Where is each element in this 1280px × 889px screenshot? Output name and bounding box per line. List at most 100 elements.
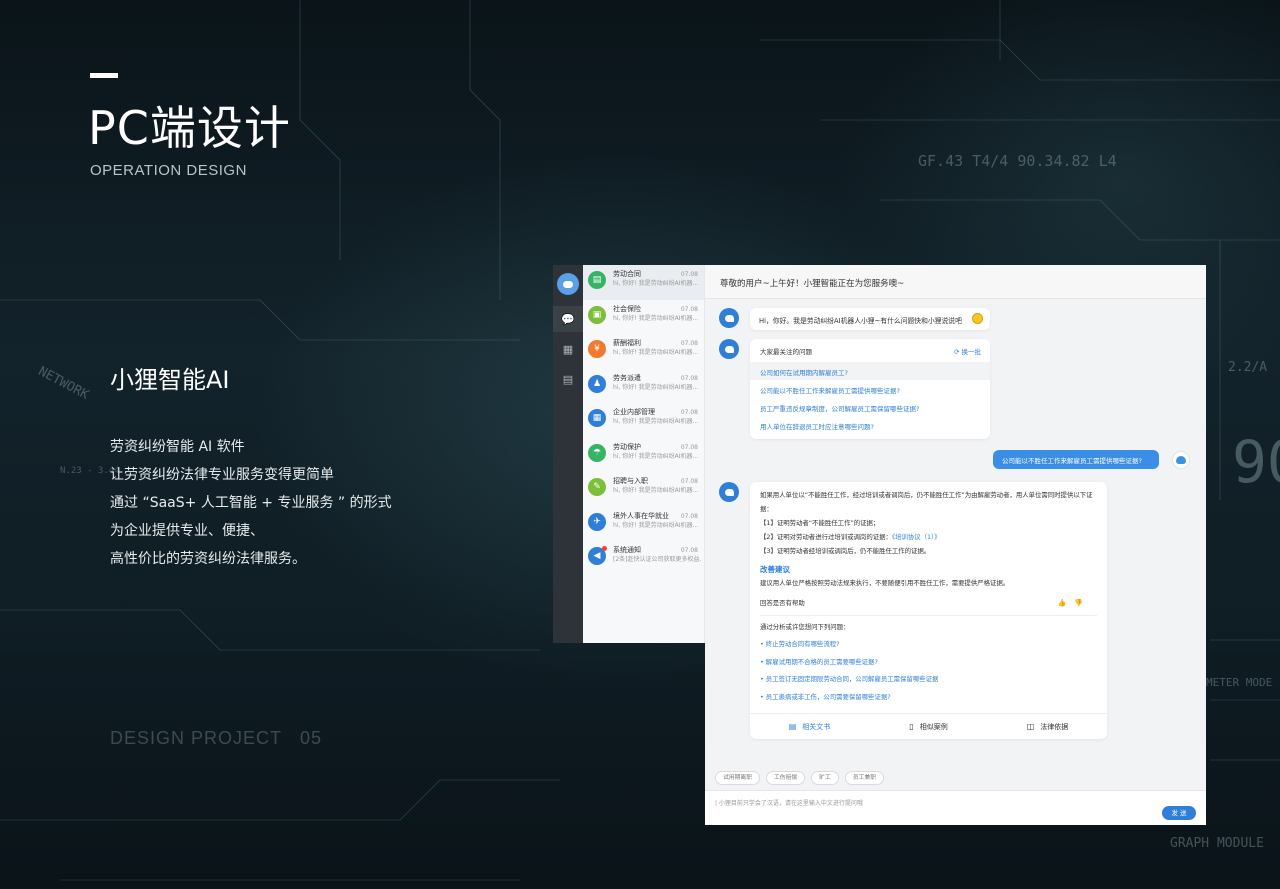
- tab-documents[interactable]: ▤ 相关文书: [750, 714, 869, 739]
- conversation-date: 07.08: [680, 271, 698, 278]
- unread-badge: [602, 546, 607, 551]
- related-heading: 通过分析或许您想问下列问题：: [760, 623, 850, 631]
- faq-question[interactable]: 公司如何在试用期内解雇员工?: [750, 362, 990, 380]
- faq-question[interactable]: 公司能以不胜任工作来解雇员工需提供哪些证据?: [750, 380, 990, 398]
- page-subtitle: OPERATION DESIGN: [90, 162, 247, 179]
- contract-icon: ▤: [588, 271, 606, 289]
- send-button[interactable]: 发 送: [1162, 806, 1196, 820]
- bot-avatar-icon: [719, 482, 739, 502]
- helpful-label: 回答是否有帮助: [760, 599, 805, 607]
- grid-icon[interactable]: ▦: [553, 336, 583, 362]
- management-icon: ▦: [588, 409, 606, 427]
- greeting-text: Hi，你好。我是劳动纠纷AI机器人小狸~有什么问题快和小狸说说吧: [759, 317, 962, 325]
- conversation-preview: hi, 你好! 我是劳动纠纷AI机器...: [613, 314, 699, 322]
- faq-question[interactable]: 用人单位在辞退员工时应注意哪些问题?: [750, 416, 990, 434]
- related-question[interactable]: • 终止劳动合同有哪些流程?: [760, 636, 1097, 654]
- conversation-preview: [2条]赶快认证公司获取更多权益...: [613, 556, 701, 563]
- evidence-item: 【2】证明对劳动者进行过培训或调岗的证据：《培训协议（1）》: [760, 530, 1097, 544]
- intro-line: 高性价比的劳资纠纷法律服务。: [110, 551, 306, 567]
- tab-label: 相似案例: [919, 722, 948, 731]
- related-question[interactable]: • 员工患病或非工伤，公司需要保留哪些证据?: [760, 689, 1097, 707]
- message-input[interactable]: [715, 797, 1135, 809]
- design-project-number: 05: [300, 728, 323, 748]
- conversation-item[interactable]: ¥ 薪酬福利 07.08 hi, 你好! 我是劳动纠纷AI机器...: [583, 334, 704, 369]
- recruit-icon: ✎: [588, 478, 606, 496]
- smile-icon: [972, 313, 983, 324]
- conversation-item[interactable]: ♟ 劳务派遣 07.08 hi, 你好! 我是劳动纠纷AI机器...: [583, 369, 704, 404]
- faq-question[interactable]: 员工严重违反规章制度，公司解雇员工需保留哪些证据?: [750, 398, 990, 416]
- thumbs-up-icon[interactable]: 👍: [1058, 599, 1075, 607]
- intro-line: 通过 “SaaS+ 人工智能 + 专业服务 ” 的形式: [110, 495, 392, 511]
- book-icon: ◫: [1026, 722, 1035, 731]
- conversation-preview: hi, 你好! 我是劳动纠纷AI机器...: [613, 487, 699, 494]
- bg-text-1: GF.43 T4/4 90.34.82 L4: [918, 152, 1117, 170]
- advice-title: 改善建议: [760, 565, 790, 574]
- answer-intro: 如果用人单位以“不能胜任工作，经过培训或者调岗后，仍不能胜任工作”为由解雇劳动者…: [760, 491, 1093, 513]
- intro-line: 为企业提供专业、便捷、: [110, 523, 264, 539]
- conversation-date: 07.08: [680, 340, 698, 347]
- quick-chip[interactable]: 员工兼职: [844, 771, 885, 785]
- feedback-icons: 👍👎: [1058, 596, 1091, 610]
- conversation-item[interactable]: ✎ 招聘与入职 07.08 hi, 你好! 我是劳动纠纷AI机器...: [583, 472, 704, 507]
- evidence-item: 【1】证明劳动者“不能胜任工作”的证据；: [760, 519, 880, 527]
- bot-avatar-icon: [719, 339, 739, 359]
- conversation-date: 07.08: [680, 374, 698, 382]
- app-window: 💬 ▦ ▤ ▤ 劳动合同 07.08 hi, 你好! 我是劳动纠纷AI机器...…: [553, 265, 1206, 825]
- title-accent-bar: [90, 73, 118, 78]
- thumbs-down-icon[interactable]: 👎: [1074, 599, 1091, 607]
- conversation-item[interactable]: ✈ 境外人事在华就业 07.08 hi, 你好! 我是劳动纠纷AI机器...: [583, 507, 704, 542]
- conversation-item[interactable]: ▣ 社会保险 07.08 hi, 你好! 我是劳动纠纷AI机器...: [583, 300, 704, 335]
- evidence-text: 【2】证明对劳动者进行过培训或调岗的证据：: [760, 533, 892, 541]
- conversation-date: 07.08: [680, 512, 698, 520]
- answer-tabs: ▤ 相关文书 ▯ 相似案例 ◫ 法律依据: [750, 713, 1107, 739]
- salary-icon: ¥: [588, 340, 606, 358]
- bg-text-6: 90: [1232, 428, 1280, 496]
- greeting-bubble: Hi，你好。我是劳动纠纷AI机器人小狸~有什么问题快和小狸说说吧: [750, 308, 990, 330]
- conversation-date: 07.08: [680, 547, 698, 554]
- quick-chip[interactable]: 试用期离职: [715, 771, 760, 785]
- tab-legal-basis[interactable]: ◫ 法律依据: [988, 714, 1107, 739]
- refresh-button[interactable]: ⟳ 换一批: [954, 346, 981, 356]
- icon-rail: 💬 ▦ ▤: [553, 265, 583, 643]
- quick-chip[interactable]: 工伤赔偿: [766, 771, 806, 785]
- training-agreement-link[interactable]: 《培训协议（1）》: [892, 533, 941, 541]
- overseas-icon: ✈: [588, 512, 606, 531]
- dispatch-icon: ♟: [588, 374, 606, 393]
- bg-text-5: METER MODE: [1206, 676, 1273, 689]
- conversation-preview: hi, 你好! 我是劳动纠纷AI机器...: [613, 349, 699, 356]
- user-message-bubble: 公司能以不胜任工作来解雇员工需提供哪些证据?: [993, 450, 1159, 469]
- conversation-item[interactable]: ▦ 企业内部管理 07.08 hi, 你好! 我是劳动纠纷AI机器...: [583, 403, 704, 438]
- related-question[interactable]: • 员工签订无固定期限劳动合同，公司解雇员工需保留哪些证据: [760, 671, 1097, 689]
- product-intro: 劳资纠纷智能 AI 软件 让劳资纠纷法律专业服务变得更简单 通过 “SaaS+ …: [110, 433, 470, 573]
- app-logo-icon[interactable]: [557, 273, 579, 295]
- tab-label: 法律依据: [1040, 722, 1069, 731]
- divider: [760, 615, 1097, 616]
- evidence-item: 【3】证明劳动者经培训或调岗后，仍不能胜任工作的证据。: [760, 547, 931, 555]
- conversation-preview: hi, 你好! 我是劳动纠纷AI机器...: [613, 418, 699, 425]
- conversation-item[interactable]: ◀ 系统通知 07.08 [2条]赶快认证公司获取更多权益...: [583, 541, 704, 576]
- design-project-label: DESIGN PROJECT 05: [110, 728, 322, 749]
- intro-line: 让劳资纠纷法律专业服务变得更简单: [110, 467, 334, 483]
- conversation-preview: hi, 你好! 我是劳动纠纷AI机器...: [613, 452, 699, 460]
- page-title: PC端设计: [88, 101, 291, 155]
- answer-card: 如果用人单位以“不能胜任工作，经过培训或者调岗后，仍不能胜任工作”为由解雇劳动者…: [750, 482, 1107, 739]
- conversation-item[interactable]: ☂ 劳动保护 07.08 hi, 你好! 我是劳动纠纷AI机器...: [583, 438, 704, 473]
- chat-icon[interactable]: 💬: [553, 306, 583, 332]
- conversation-item[interactable]: ▤ 劳动合同 07.08 hi, 你好! 我是劳动纠纷AI机器...: [583, 265, 704, 300]
- conversation-preview: hi, 你好! 我是劳动纠纷AI机器...: [613, 383, 699, 391]
- tab-cases[interactable]: ▯ 相似案例: [869, 714, 988, 739]
- helpful-row: 回答是否有帮助 👍👎: [760, 596, 1097, 610]
- related-question[interactable]: • 解雇试用期不合格的员工需要哪些证据?: [760, 654, 1097, 672]
- faq-header: 大家最关注的问题 ⟳ 换一批: [750, 346, 990, 362]
- conversation-preview: hi, 你好! 我是劳动纠纷AI机器...: [613, 280, 699, 287]
- conversation-date: 07.08: [680, 478, 698, 485]
- design-project-text: DESIGN PROJECT: [110, 728, 283, 748]
- insurance-icon: ▣: [588, 305, 606, 324]
- quick-chip[interactable]: 旷工: [811, 771, 839, 785]
- advice-text: 建议用人单位严格按照劳动法规来执行，不要随便引用不胜任工作，需要提供严格证据。: [760, 579, 1010, 587]
- document-icon: ▤: [788, 722, 797, 731]
- document-icon[interactable]: ▤: [553, 366, 583, 392]
- user-avatar-icon: [1172, 451, 1190, 469]
- conversation-list: ▤ 劳动合同 07.08 hi, 你好! 我是劳动纠纷AI机器... ▣ 社会保…: [583, 265, 705, 643]
- conversation-date: 07.08: [680, 409, 698, 416]
